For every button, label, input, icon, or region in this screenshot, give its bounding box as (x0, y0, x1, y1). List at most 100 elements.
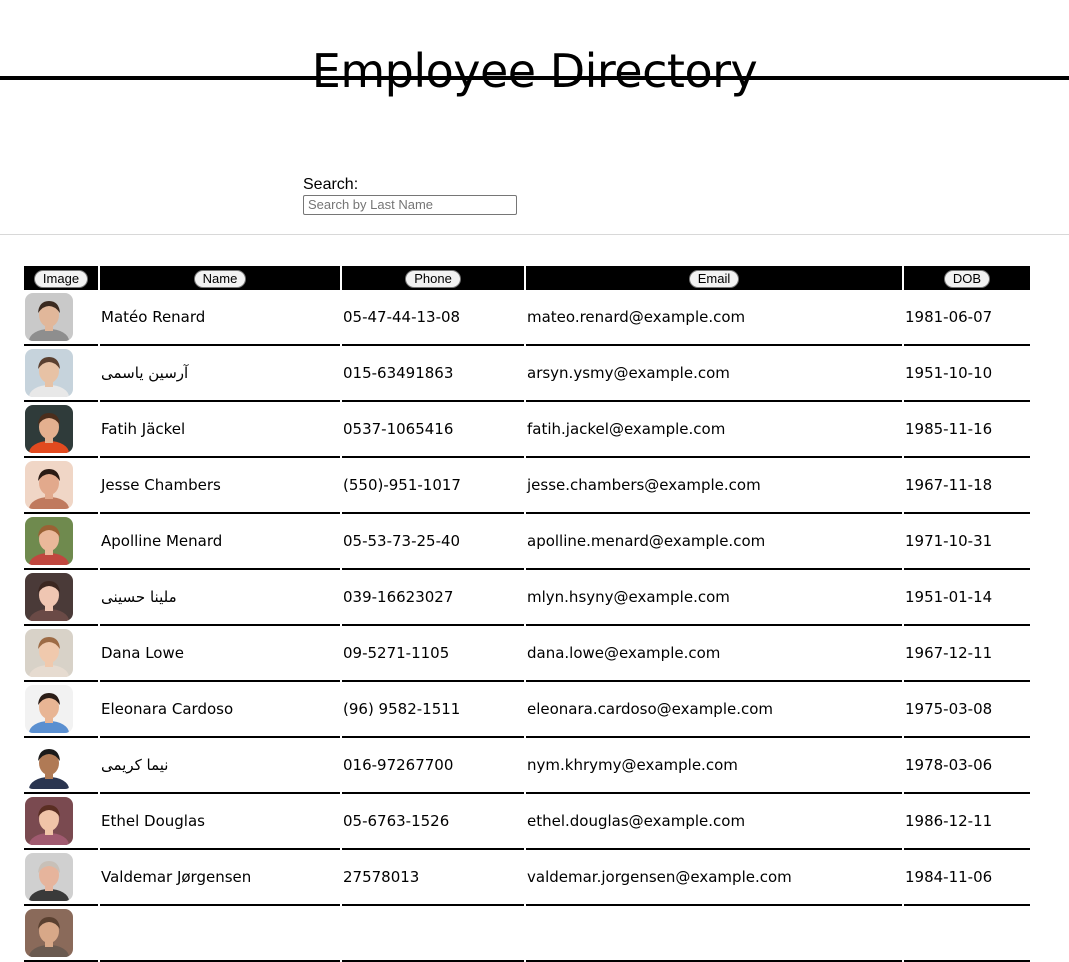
table-row: نیما کریمی 016-97267700 nym.khrymy@example… (24, 738, 1030, 794)
phone-cell: 015-63491863 (342, 346, 524, 402)
page-header: Employee Directory (0, 0, 1069, 150)
sort-phone-button[interactable]: Phone (405, 270, 461, 288)
name-cell: Matéo Renard (100, 290, 340, 346)
dob-cell: 1985-11-16 (904, 402, 1030, 458)
name-cell (100, 906, 340, 962)
employee-table-wrapper: Image Name Phone Email DOB Matéo Renard 0… (22, 266, 1032, 962)
name-cell: Dana Lowe (100, 626, 340, 682)
phone-cell: (550)-951-1017 (342, 458, 524, 514)
phone-cell: 05-47-44-13-08 (342, 290, 524, 346)
image-cell (24, 514, 98, 570)
avatar (25, 293, 73, 341)
divider (0, 234, 1069, 235)
image-cell (24, 794, 98, 850)
avatar (25, 741, 73, 789)
phone-cell: 09-5271-1105 (342, 626, 524, 682)
table-row: Valdemar Jørgensen 27578013 valdemar.jorge… (24, 850, 1030, 906)
table-row: Matéo Renard 05-47-44-13-08 mateo.renard@e… (24, 290, 1030, 346)
image-cell (24, 346, 98, 402)
avatar (25, 629, 73, 677)
avatar (25, 349, 73, 397)
avatar (25, 909, 73, 957)
avatar (25, 405, 73, 453)
image-cell (24, 290, 98, 346)
search-label: Search: (303, 176, 359, 193)
table-header-row: Image Name Phone Email DOB (24, 266, 1030, 290)
dob-cell: 1967-11-18 (904, 458, 1030, 514)
dob-cell: 1951-01-14 (904, 570, 1030, 626)
column-header-dob: DOB (904, 266, 1030, 290)
table-row: ملینا حسینی 039-16623027 mlyn.hsyny@exampl… (24, 570, 1030, 626)
name-cell: Ethel Douglas (100, 794, 340, 850)
column-header-name: Name (100, 266, 340, 290)
image-cell (24, 850, 98, 906)
dob-cell: 1981-06-07 (904, 290, 1030, 346)
phone-cell: 039-16623027 (342, 570, 524, 626)
dob-cell: 1967-12-11 (904, 626, 1030, 682)
phone-cell: (96) 9582-1511 (342, 682, 524, 738)
table-row: Ethel Douglas 05-6763-1526 ethel.douglas@e… (24, 794, 1030, 850)
column-header-email: Email (526, 266, 902, 290)
email-cell: eleonara.cardoso@example.com (526, 682, 902, 738)
email-cell: fatih.jackel@example.com (526, 402, 902, 458)
avatar (25, 461, 73, 509)
email-cell: arsyn.ysmy@example.com (526, 346, 902, 402)
dob-cell: 1975-03-08 (904, 682, 1030, 738)
name-cell: Eleonara Cardoso (100, 682, 340, 738)
phone-cell: 05-53-73-25-40 (342, 514, 524, 570)
sort-image-button[interactable]: Image (33, 270, 89, 288)
table-row: Dana Lowe 09-5271-1105 dana.lowe@example.c… (24, 626, 1030, 682)
page-title: Employee Directory (311, 44, 758, 98)
table-row: Fatih Jäckel 0537-1065416 fatih.jackel@exa… (24, 402, 1030, 458)
table-body: Matéo Renard 05-47-44-13-08 mateo.renard@e… (24, 290, 1030, 962)
avatar (25, 685, 73, 733)
image-cell (24, 906, 98, 962)
phone-cell: 016-97267700 (342, 738, 524, 794)
name-cell: نیما کریمی (100, 738, 340, 794)
email-cell: nym.khrymy@example.com (526, 738, 902, 794)
table-row: Eleonara Cardoso (96) 9582-1511 eleonara.c… (24, 682, 1030, 738)
dob-cell: 1978-03-06 (904, 738, 1030, 794)
email-cell: valdemar.jorgensen@example.com (526, 850, 902, 906)
sort-email-button[interactable]: Email (688, 270, 740, 288)
email-cell: jesse.chambers@example.com (526, 458, 902, 514)
image-cell (24, 626, 98, 682)
dob-cell: 1984-11-06 (904, 850, 1030, 906)
column-header-image: Image (24, 266, 98, 290)
email-cell: dana.lowe@example.com (526, 626, 902, 682)
table-row: Apolline Menard 05-53-73-25-40 apolline.me… (24, 514, 1030, 570)
name-cell: Fatih Jäckel (100, 402, 340, 458)
phone-cell: 0537-1065416 (342, 402, 524, 458)
dob-cell: 1986-12-11 (904, 794, 1030, 850)
sort-name-button[interactable]: Name (193, 270, 247, 288)
phone-cell (342, 906, 524, 962)
phone-cell: 27578013 (342, 850, 524, 906)
image-cell (24, 570, 98, 626)
dob-cell: 1951-10-10 (904, 346, 1030, 402)
search-form: Search: (303, 176, 517, 215)
email-cell: mateo.renard@example.com (526, 290, 902, 346)
email-cell: apolline.menard@example.com (526, 514, 902, 570)
email-cell: ethel.douglas@example.com (526, 794, 902, 850)
image-cell (24, 682, 98, 738)
email-cell: mlyn.hsyny@example.com (526, 570, 902, 626)
column-header-phone: Phone (342, 266, 524, 290)
dob-cell (904, 906, 1030, 962)
search-input[interactable] (303, 194, 517, 215)
avatar (25, 853, 73, 901)
avatar (25, 517, 73, 565)
phone-cell: 05-6763-1526 (342, 794, 524, 850)
name-cell: Valdemar Jørgensen (100, 850, 340, 906)
name-cell: آرسین یاسمی (100, 346, 340, 402)
sort-dob-button[interactable]: DOB (943, 270, 991, 288)
avatar (25, 573, 73, 621)
name-cell: Apolline Menard (100, 514, 340, 570)
employee-table: Image Name Phone Email DOB Matéo Renard 0… (22, 266, 1032, 962)
email-cell (526, 906, 902, 962)
name-cell: Jesse Chambers (100, 458, 340, 514)
avatar (25, 797, 73, 845)
image-cell (24, 402, 98, 458)
table-row: Jesse Chambers (550)-951-1017 jesse.chambe… (24, 458, 1030, 514)
dob-cell: 1971-10-31 (904, 514, 1030, 570)
image-cell (24, 458, 98, 514)
